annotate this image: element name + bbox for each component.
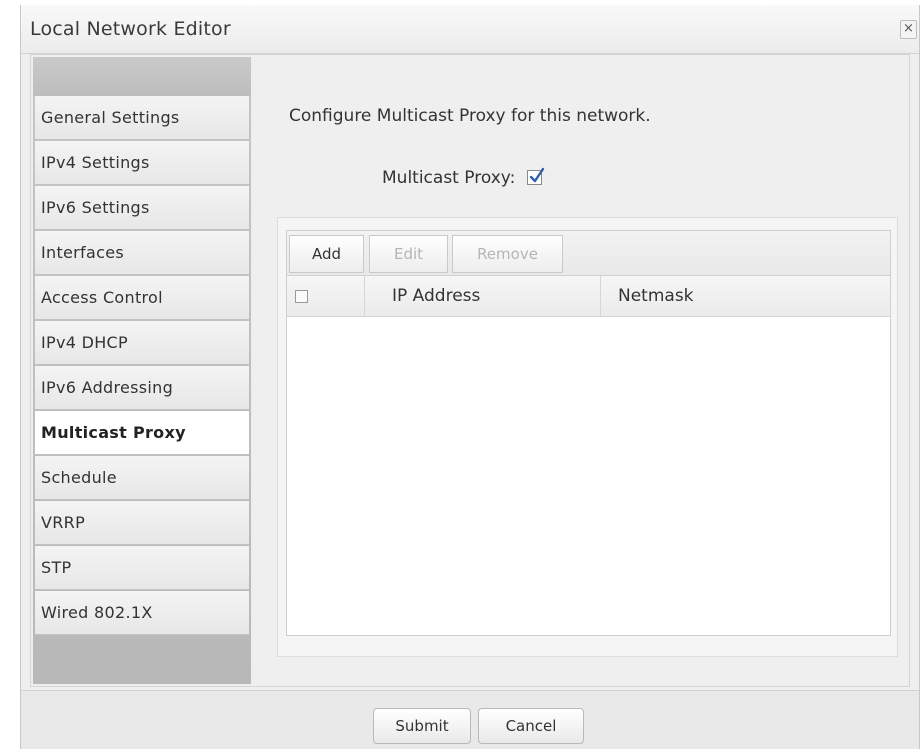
cancel-button[interactable]: Cancel xyxy=(478,708,584,744)
sidebar-item-stp[interactable]: STP xyxy=(35,546,249,590)
sidebar-item-interfaces[interactable]: Interfaces xyxy=(35,231,249,275)
table-toolbar: Add Edit Remove xyxy=(287,231,890,276)
main-panel: Configure Multicast Proxy for this netwo… xyxy=(253,57,907,684)
close-icon[interactable]: × xyxy=(900,20,917,39)
local-network-editor-dialog: Local Network Editor × General Settings … xyxy=(20,5,920,749)
remove-button[interactable]: Remove xyxy=(452,235,563,273)
dialog-title: Local Network Editor xyxy=(30,18,231,40)
sidebar-item-general-settings[interactable]: General Settings xyxy=(35,96,249,140)
multicast-proxy-row: Multicast Proxy: xyxy=(382,167,544,188)
sidebar-item-schedule[interactable]: Schedule xyxy=(35,456,249,500)
table-header: IP Address Netmask xyxy=(287,276,890,317)
address-table-frame: Add Edit Remove IP Address Netmask xyxy=(277,217,898,657)
select-all-cell xyxy=(287,276,365,317)
sidebar-item-wired-802-1x[interactable]: Wired 802.1X xyxy=(35,591,249,635)
submit-button[interactable]: Submit xyxy=(373,708,471,744)
sidebar-item-access-control[interactable]: Access Control xyxy=(35,276,249,320)
dialog-titlebar: Local Network Editor × xyxy=(21,5,919,54)
add-button[interactable]: Add xyxy=(289,235,364,273)
sidebar-item-multicast-proxy[interactable]: Multicast Proxy xyxy=(35,411,249,455)
sidebar-item-ipv4-settings[interactable]: IPv4 Settings xyxy=(35,141,249,185)
dialog-footer: Submit Cancel xyxy=(21,690,919,749)
edit-button[interactable]: Edit xyxy=(369,235,448,273)
dialog-body: General Settings IPv4 Settings IPv6 Sett… xyxy=(30,54,910,687)
multicast-proxy-label: Multicast Proxy: xyxy=(382,168,516,188)
sidebar-item-ipv4-dhcp[interactable]: IPv4 DHCP xyxy=(35,321,249,365)
sidebar-item-vrrp[interactable]: VRRP xyxy=(35,501,249,545)
panel-description: Configure Multicast Proxy for this netwo… xyxy=(289,106,651,126)
multicast-proxy-checkbox[interactable] xyxy=(526,167,544,185)
select-all-checkbox[interactable] xyxy=(295,290,308,303)
column-header-netmask[interactable]: Netmask xyxy=(601,276,890,317)
sidebar-item-ipv6-settings[interactable]: IPv6 Settings xyxy=(35,186,249,230)
settings-sidebar: General Settings IPv4 Settings IPv6 Sett… xyxy=(33,57,251,684)
checkmark-icon xyxy=(529,167,544,183)
address-table: Add Edit Remove IP Address Netmask xyxy=(286,230,891,636)
sidebar-header xyxy=(33,57,251,96)
sidebar-item-ipv6-addressing[interactable]: IPv6 Addressing xyxy=(35,366,249,410)
column-header-ip-address[interactable]: IP Address xyxy=(365,276,601,317)
